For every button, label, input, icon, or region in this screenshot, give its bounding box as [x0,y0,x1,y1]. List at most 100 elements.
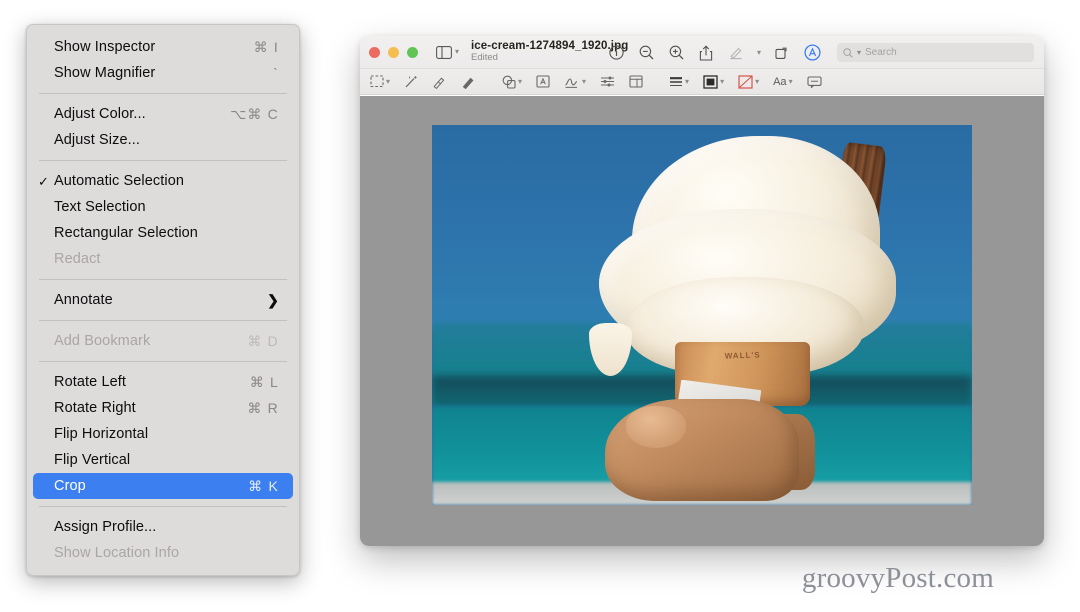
menu-separator [39,279,287,280]
menu-item-shortcut: ⌥⌘ C [230,105,279,122]
menu-item-shortcut: ⌘ I [253,38,279,55]
text-style-tool[interactable]: Aa ▾ [773,72,792,92]
sidebar-toggle-button[interactable]: ▾ [434,41,461,63]
menu-item-crop[interactable]: Crop ⌘ K [33,473,293,499]
menu-item-flip-horizontal[interactable]: Flip Horizontal [33,421,293,447]
photo-thumb [626,406,686,448]
menu-item-show-inspector[interactable]: Show Inspector ⌘ I [33,34,293,60]
note-tool[interactable] [807,72,822,92]
menu-item-label: Rotate Right [54,400,136,416]
zoom-in-button[interactable] [667,42,686,64]
preview-tools-context-menu[interactable]: Show Inspector ⌘ I Show Magnifier ` Adjust C… [26,24,300,576]
menu-separator [39,361,287,362]
toolbar-right-group: ▾ ▾ Search [607,36,1034,69]
shapes-icon [502,75,516,89]
menu-item-annotate[interactable]: Annotate ❯ [33,287,293,313]
sketch-icon [433,76,445,89]
menu-item-text-selection[interactable]: Text Selection [33,194,293,220]
zoom-out-icon [639,45,654,60]
search-placeholder: Search [865,47,897,58]
draw-icon [462,77,474,89]
rotate-icon [775,47,787,59]
text-box-icon [536,75,550,88]
menu-item-redact: Redact [33,246,293,272]
menu-separator [39,320,287,321]
share-icon [699,44,713,61]
menu-item-label: Flip Horizontal [54,426,149,442]
menu-item-shortcut: ⌘ K [248,477,279,494]
minimize-button[interactable] [388,46,399,58]
search-input[interactable]: ▾ Search [837,43,1034,62]
maximize-button[interactable] [407,46,418,58]
signature-icon [565,77,578,88]
photo-ice-cream[interactable]: WALL'S [432,125,972,505]
draw-tool[interactable] [461,72,476,92]
magic-wand-icon [405,75,417,87]
menu-item-shortcut: ` [273,65,279,81]
text-style-aa-icon: Aa [773,75,787,88]
info-button[interactable] [607,42,626,64]
menu-item-rotate-right[interactable]: Rotate Right ⌘ R [33,395,293,421]
watermark: groovyPost.com [801,562,994,594]
menu-item-label: Automatic Selection [54,173,185,189]
menu-item-automatic-selection[interactable]: ✓ Automatic Selection [33,168,293,194]
menu-item-adjust-size[interactable]: Adjust Size... [33,127,293,153]
menu-item-add-bookmark: Add Bookmark ⌘ D [33,328,293,354]
menu-item-flip-vertical[interactable]: Flip Vertical [33,447,293,473]
menu-item-show-magnifier[interactable]: Show Magnifier ` [33,60,293,86]
preview-app-window[interactable]: ▾ ice-cream-1274894_1920.jpg Edited ▾ ▾ … [360,36,1044,546]
menu-item-rectangular-selection[interactable]: Rectangular Selection [33,220,293,246]
checkmark-icon: ✓ [38,173,49,189]
chevron-down-icon: ▾ [788,76,793,86]
menu-item-shortcut: ⌘ L [249,373,279,390]
rotate-button[interactable] [772,42,791,64]
search-icon [843,47,853,58]
instant-alpha-tool[interactable] [404,72,418,92]
menu-separator [39,93,287,94]
shapes-tool[interactable]: ▾ [502,72,522,92]
zoom-out-button[interactable] [637,42,656,64]
shape-style-icon [670,76,683,86]
menu-item-label: Rotate Left [54,374,127,390]
markup-pen-icon [730,47,742,60]
chevron-right-icon: ❯ [267,292,279,308]
markup-toolbar[interactable]: ▾ ▾ ▾ ▾ ▾ ▾ Aa ▾ [360,69,1044,95]
markup-button[interactable] [726,42,746,64]
menu-item-label: Show Location Info [54,545,180,561]
selection-tool[interactable]: ▾ [370,72,390,92]
rect-selection-icon [370,75,384,88]
border-color-tool[interactable]: ▾ [738,72,759,92]
chevron-down-icon: ▾ [685,76,690,86]
chevron-down-icon[interactable]: ▾ [757,48,761,57]
chevron-down-icon: ▾ [582,76,587,86]
menu-item-shortcut: ⌘ D [247,332,279,349]
text-tool[interactable] [536,72,550,92]
menu-separator [39,160,287,161]
chevron-down-icon: ▾ [386,76,391,86]
menu-item-label: Adjust Size... [54,132,141,148]
menu-item-label: Assign Profile... [54,519,157,535]
markup-group-style: ▾ ▾ ▾ Aa ▾ [669,72,822,92]
menu-item-rotate-left[interactable]: Rotate Left ⌘ L [33,369,293,395]
menu-item-label: Show Inspector [54,39,156,55]
chevron-down-icon: ▾ [720,76,725,86]
menu-item-label: Show Magnifier [54,65,156,81]
sign-tool[interactable]: ▾ [564,72,586,92]
sketch-tool[interactable] [432,72,447,92]
menu-item-assign-profile[interactable]: Assign Profile... [33,514,293,540]
shape-style-tool[interactable]: ▾ [669,72,689,92]
annotate-button[interactable] [802,42,823,64]
adjust-size-tool[interactable] [629,72,643,92]
fill-color-tool[interactable]: ▾ [703,72,724,92]
search-chevron-icon: ▾ [857,47,862,57]
zoom-in-icon [669,45,684,60]
image-canvas[interactable]: WALL'S [360,96,1044,546]
menu-item-label: Adjust Color... [54,106,146,122]
menu-item-adjust-color[interactable]: Adjust Color... ⌥⌘ C [33,101,293,127]
chevron-down-icon: ▾ [755,76,760,86]
note-icon [807,75,822,88]
close-button[interactable] [369,46,380,58]
share-button[interactable] [697,42,715,64]
adjust-color-tool[interactable] [600,72,615,92]
markup-group-objects: ▾ ▾ [502,72,643,92]
